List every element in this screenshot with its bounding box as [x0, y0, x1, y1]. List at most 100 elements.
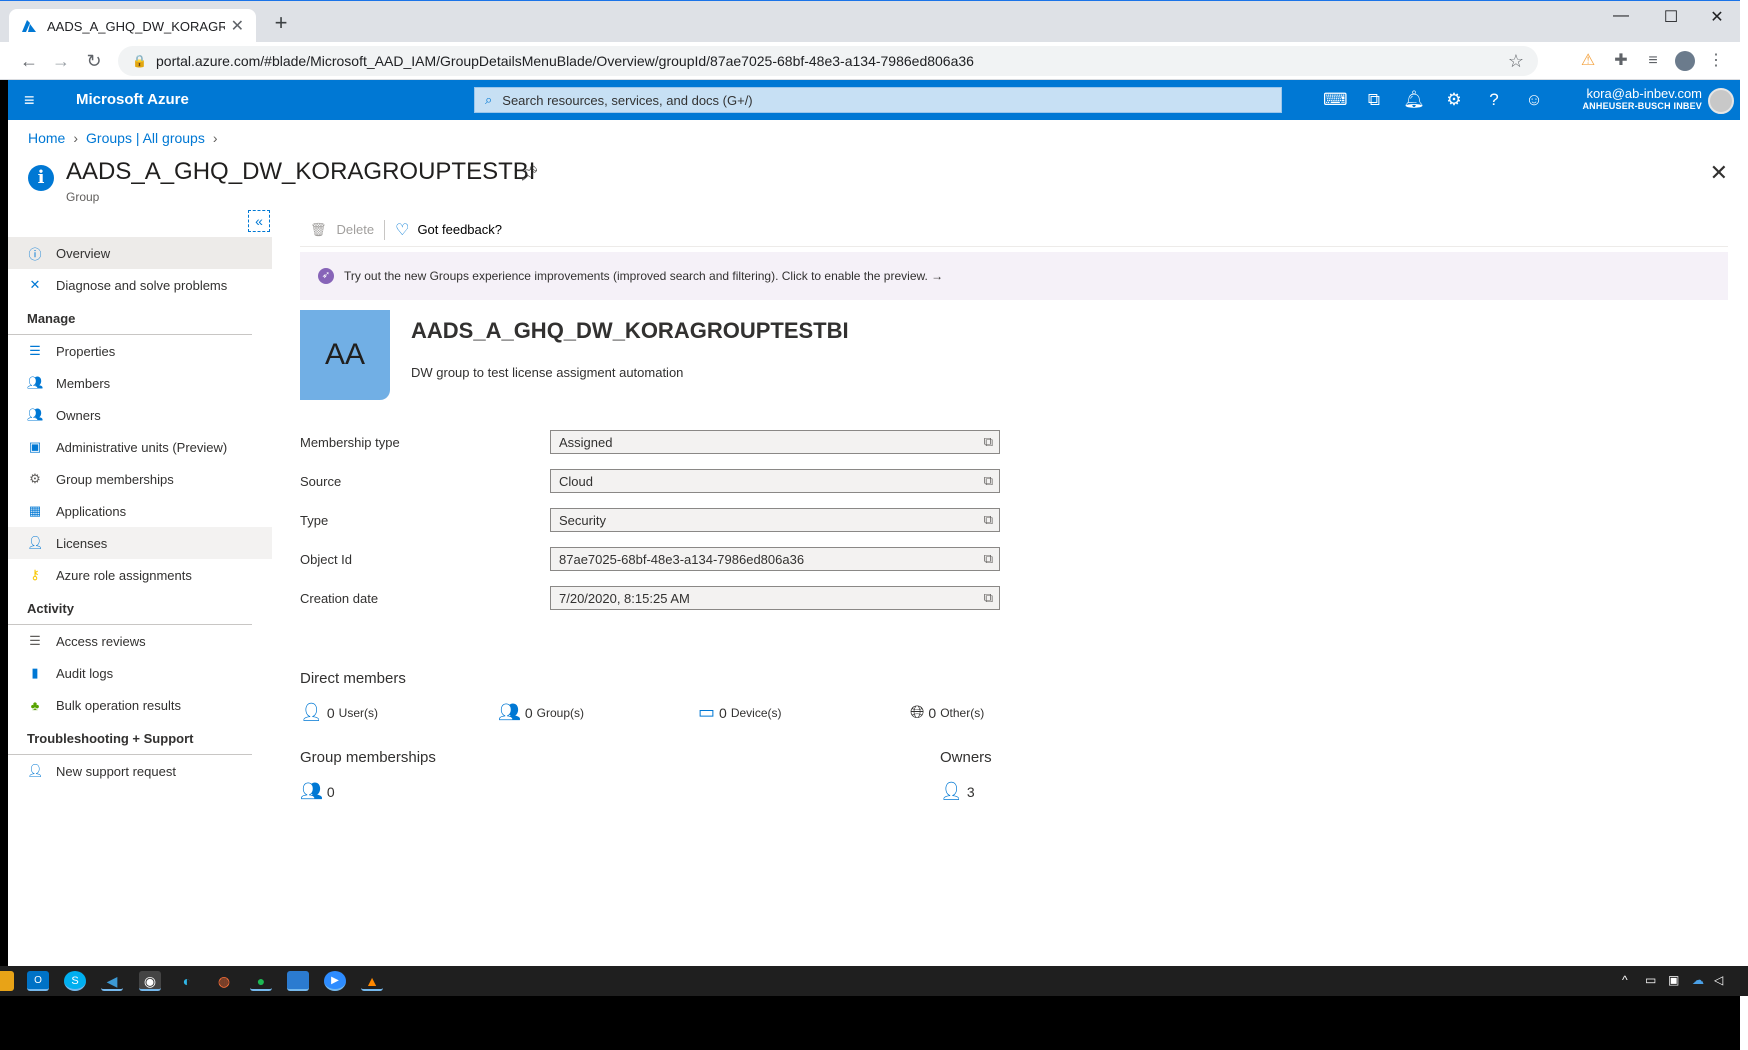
battery-icon[interactable]: ▭	[1645, 973, 1656, 987]
others-count-link[interactable]: 🌐︎ 0 Other(s)	[910, 702, 984, 723]
nav-item-support[interactable]: 👤︎ New support request	[8, 755, 272, 787]
copy-icon[interactable]: ⧉	[984, 551, 993, 567]
feedback-smiley-icon[interactable]: ☺	[1523, 90, 1545, 110]
chrome-menu-icon[interactable]: ⋮	[1706, 51, 1726, 71]
nav-section-manage: Manage	[8, 301, 252, 335]
bookmark-star-icon[interactable]: ☆	[1508, 51, 1524, 72]
window-close-icon[interactable]: ✕	[1702, 7, 1732, 27]
spotify-icon[interactable]: ●	[250, 971, 272, 991]
tab-close-icon[interactable]: ✕	[231, 16, 244, 36]
cloud-shell-icon[interactable]: ⌨	[1323, 90, 1348, 110]
nav-item-admin-units[interactable]: ▣ Administrative units (Preview)	[8, 431, 272, 463]
global-search-input[interactable]: ⌕ Search resources, services, and docs (…	[474, 87, 1282, 113]
property-value: 7/20/2020, 8:15:25 AM	[559, 590, 690, 606]
account-email: kora@ab-inbev.com	[1586, 86, 1702, 101]
nav-item-access-reviews[interactable]: ☰ Access reviews	[8, 625, 272, 657]
minimize-icon[interactable]: —	[1606, 7, 1636, 25]
pin-icon[interactable]: 📌︎	[520, 164, 539, 182]
breadcrumb-home[interactable]: Home	[28, 130, 65, 146]
admin-units-icon: ▣	[28, 439, 42, 454]
browser-tab[interactable]: AADS_A_GHQ_DW_KORAGROUP ✕	[9, 9, 256, 43]
gear-icon: ⚙	[29, 471, 41, 486]
others-label: Other(s)	[940, 705, 985, 720]
delete-button[interactable]: 🗑︎ Delete	[300, 218, 384, 242]
azure-top-bar: ≡ Microsoft Azure ⌕ Search resources, se…	[8, 80, 1740, 120]
property-value-field[interactable]: 7/20/2020, 8:15:25 AM ⧉	[550, 586, 1000, 610]
nav-item-bulk-ops[interactable]: ♣ Bulk operation results	[8, 689, 272, 721]
maximize-icon[interactable]: ☐	[1656, 7, 1686, 27]
nav-item-owners[interactable]: 👥︎ Owners	[8, 399, 272, 431]
group-memberships-count-link[interactable]: 👥︎ 0	[300, 781, 335, 802]
chevron-right-icon: ›	[212, 130, 218, 146]
nav-item-properties[interactable]: ☰ Properties	[8, 335, 272, 367]
devices-count-link[interactable]: ▭ 0 Device(s)	[698, 702, 781, 723]
extension-icon[interactable]: ⚠	[1578, 51, 1598, 71]
settings-gear-icon[interactable]: ⚙	[1443, 90, 1465, 110]
right-edge-strip	[1740, 0, 1748, 1050]
tray-chevron-icon[interactable]: ^	[1622, 973, 1628, 987]
copy-icon[interactable]: ⧉	[984, 434, 993, 450]
new-tab-button[interactable]: +	[270, 12, 292, 35]
skype-icon[interactable]: S	[64, 971, 86, 991]
nav-item-diagnose[interactable]: ✕ Diagnose and solve problems	[8, 269, 272, 301]
vscode-icon[interactable]: ◀	[101, 971, 123, 991]
wrench-icon: ✕	[29, 277, 41, 292]
profile-avatar-icon[interactable]	[1675, 51, 1695, 71]
collapse-menu-icon[interactable]: «	[248, 210, 270, 232]
forward-icon[interactable]: →	[50, 50, 72, 72]
nav-item-audit-logs[interactable]: ▮ Audit logs	[8, 657, 272, 689]
reload-icon[interactable]: ↻	[83, 50, 105, 72]
hamburger-menu-icon[interactable]: ≡	[24, 90, 35, 111]
groups-count-link[interactable]: 👥︎ 0 Group(s)	[498, 702, 584, 723]
blade-close-icon[interactable]: ✕	[1710, 160, 1728, 186]
extensions-puzzle-icon[interactable]: ✚	[1611, 51, 1631, 71]
nav-item-overview[interactable]: ⓘ Overview	[8, 237, 272, 269]
nav-item-applications[interactable]: ▦ Applications	[8, 495, 272, 527]
browser-window: AADS_A_GHQ_DW_KORAGROUP ✕ + — ☐ ✕ ← → ↻ …	[0, 0, 1748, 1050]
notifications-bell-icon[interactable]: 🔔︎	[1403, 90, 1425, 110]
edge-icon[interactable]: ◐	[176, 971, 198, 991]
owners-count-link[interactable]: 👤︎ 3	[940, 781, 975, 802]
breadcrumb: Home › Groups | All groups ›	[28, 130, 226, 146]
file-explorer-icon[interactable]	[0, 971, 14, 991]
nav-label: Bulk operation results	[56, 697, 182, 713]
outlook-icon[interactable]: O	[27, 971, 49, 991]
url-bar[interactable]: 🔒 portal.azure.com/#blade/Microsoft_AAD_…	[118, 46, 1538, 76]
nav-item-members[interactable]: 👥︎ Members	[8, 367, 272, 399]
volume-icon[interactable]: ◁	[1714, 973, 1723, 987]
breadcrumb-groups[interactable]: Groups | All groups	[86, 130, 205, 146]
copy-icon[interactable]: ⧉	[984, 590, 993, 606]
nav-item-azure-roles[interactable]: ⚷ Azure role assignments	[8, 559, 272, 591]
device-icon: ▭	[698, 702, 716, 722]
apps-grid-icon: ▦	[28, 503, 42, 518]
back-icon[interactable]: ←	[18, 50, 40, 72]
zoom-icon[interactable]: ▶	[324, 971, 346, 991]
copy-icon[interactable]: ⧉	[984, 473, 993, 489]
property-value-field[interactable]: 87ae7025-68bf-48e3-a134-7986ed806a36 ⧉	[550, 547, 1000, 571]
app-window-icon[interactable]	[287, 971, 309, 991]
azure-brand[interactable]: Microsoft Azure	[76, 91, 189, 108]
property-row: Creation date 7/20/2020, 8:15:25 AM ⧉	[300, 586, 1000, 610]
chevron-right-icon: ›	[73, 130, 79, 146]
vlc-icon[interactable]: ▲	[361, 971, 383, 991]
property-value: Cloud	[559, 473, 593, 489]
feedback-button[interactable]: ♡ Got feedback?	[385, 218, 512, 242]
property-value-field[interactable]: Security ⧉	[550, 508, 1000, 532]
account-avatar-icon[interactable]	[1708, 88, 1734, 114]
property-value-field[interactable]: Cloud ⧉	[550, 469, 1000, 493]
firefox-icon[interactable]: ◍	[213, 971, 235, 991]
account-menu[interactable]: kora@ab-inbev.com ANHEUSER-BUSCH INBEV	[1582, 86, 1702, 111]
nav-item-licenses[interactable]: 👤︎ Licenses	[8, 527, 272, 559]
nav-item-group-memberships[interactable]: ⚙ Group memberships	[8, 463, 272, 495]
help-icon[interactable]: ?	[1483, 90, 1505, 110]
reading-list-icon[interactable]: ≡	[1643, 51, 1663, 71]
users-count-link[interactable]: 👤︎ 0 User(s)	[300, 702, 378, 723]
preview-banner[interactable]: ➶ Try out the new Groups experience impr…	[300, 252, 1728, 300]
network-icon[interactable]: ▣	[1668, 973, 1679, 987]
nav-label: Administrative units (Preview)	[56, 439, 228, 455]
property-value-field[interactable]: Assigned ⧉	[550, 430, 1000, 454]
onedrive-icon[interactable]: ☁	[1692, 973, 1704, 987]
chrome-icon[interactable]: ◉	[139, 971, 161, 991]
directory-filter-icon[interactable]: ⧉	[1363, 90, 1385, 110]
copy-icon[interactable]: ⧉	[984, 512, 993, 528]
